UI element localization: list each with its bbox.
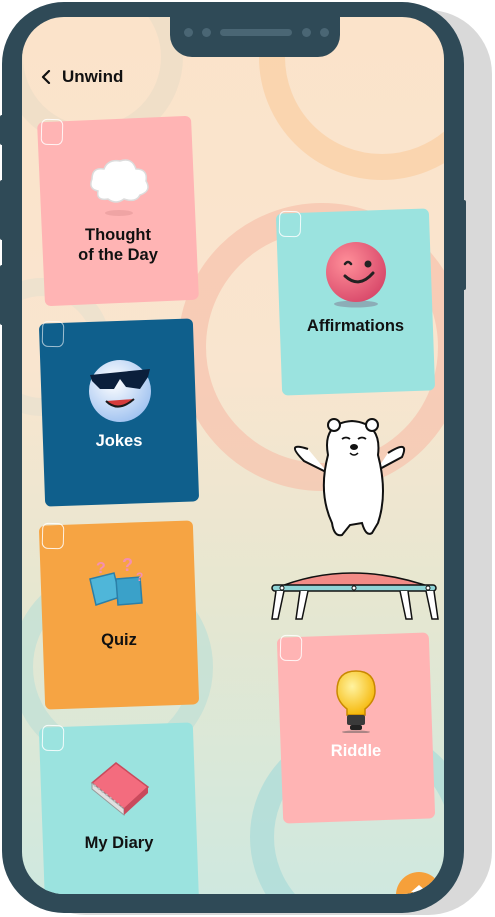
home-icon <box>411 885 427 894</box>
svg-text:?: ? <box>122 557 133 575</box>
side-button <box>0 265 6 325</box>
card-label: Thought of the Day <box>41 225 195 265</box>
page-title: Unwind <box>62 67 124 86</box>
question-boxes-icon: ? ? ? <box>89 557 143 606</box>
speaker-bar <box>220 29 292 36</box>
svg-text:?: ? <box>96 560 106 577</box>
card-outline <box>279 634 303 662</box>
smiley-ball-icon <box>326 242 386 308</box>
card-label: Jokes <box>95 432 143 450</box>
card-label-line: Thought <box>85 226 151 244</box>
card-jokes[interactable]: Jokes <box>38 318 200 507</box>
phone-notch <box>170 17 340 57</box>
card-outline <box>41 522 65 550</box>
card-my-diary[interactable]: My Diary <box>38 722 200 894</box>
card-quiz[interactable]: ? ? ? Quiz <box>38 520 200 710</box>
app-screen: Unwind Thought of the Day Affirmations J… <box>22 17 444 894</box>
back-button[interactable] <box>36 65 56 89</box>
sensor-dot <box>184 28 193 37</box>
side-button <box>0 115 6 145</box>
notebook-icon <box>90 762 150 817</box>
card-outline <box>41 320 65 348</box>
card-label-line: of the Day <box>78 246 158 264</box>
card-outline <box>40 118 64 146</box>
sensor-dot <box>302 28 311 37</box>
cloud-icon <box>90 159 149 216</box>
card-riddle[interactable]: Riddle <box>276 632 436 824</box>
card-outline <box>278 210 302 238</box>
lightbulb-icon <box>336 670 376 733</box>
svg-text:?: ? <box>136 570 143 584</box>
back-arrow-icon <box>41 70 51 84</box>
card-thought-of-the-day[interactable]: Thought of the Day <box>37 115 199 307</box>
sensor-dot <box>202 28 211 37</box>
side-button <box>460 200 466 290</box>
sunglasses-face-icon <box>89 360 151 422</box>
card-label: Affirmations <box>306 317 405 335</box>
app-header: Unwind <box>36 65 123 89</box>
card-label: Quiz <box>101 631 137 649</box>
sensor-dot <box>320 28 329 37</box>
card-back-plate <box>38 520 200 710</box>
card-label: My Diary <box>84 834 154 852</box>
side-button <box>0 180 6 240</box>
card-outline <box>41 724 65 752</box>
polar-bear-icon <box>271 418 439 620</box>
card-affirmations[interactable]: Affirmations <box>275 208 436 396</box>
card-label: Riddle <box>330 742 382 760</box>
